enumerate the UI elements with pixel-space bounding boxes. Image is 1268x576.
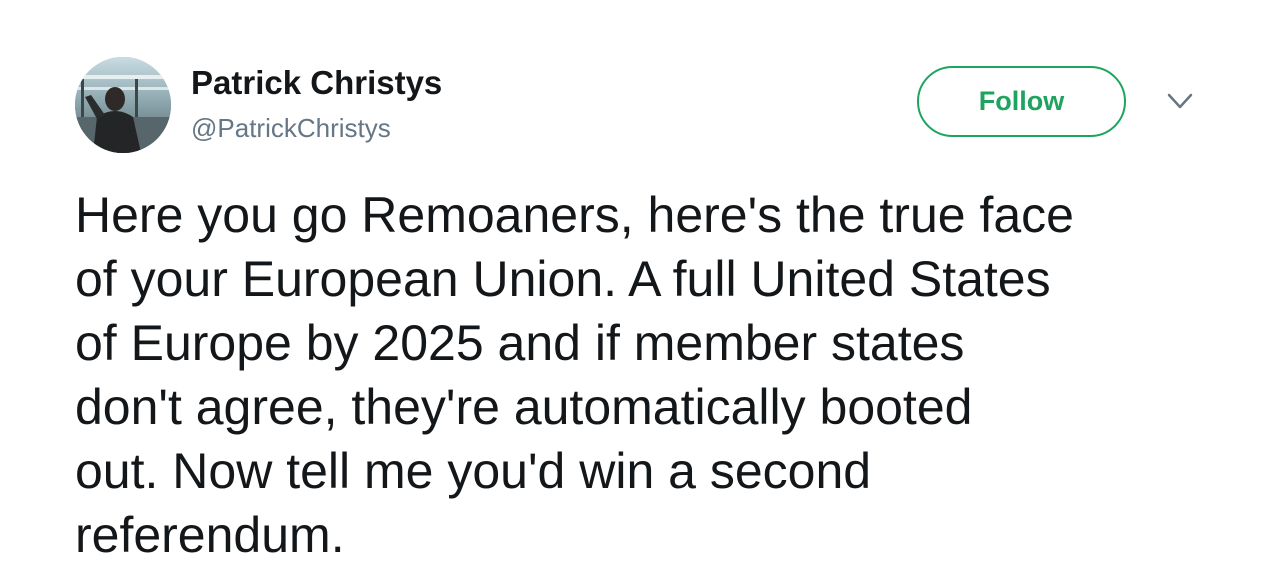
tweet-card: Patrick Christys @PatrickChristys Follow…: [0, 0, 1268, 576]
follow-button[interactable]: Follow: [917, 66, 1126, 137]
more-options-button[interactable]: [1166, 90, 1194, 112]
avatar[interactable]: [75, 57, 171, 153]
profile-photo-icon: [75, 57, 171, 153]
chevron-down-icon: [1167, 93, 1193, 109]
author-handle[interactable]: @PatrickChristys: [191, 113, 391, 143]
author-display-name[interactable]: Patrick Christys: [191, 64, 442, 102]
tweet-text: Here you go Remoaners, here's the true f…: [75, 187, 1074, 563]
